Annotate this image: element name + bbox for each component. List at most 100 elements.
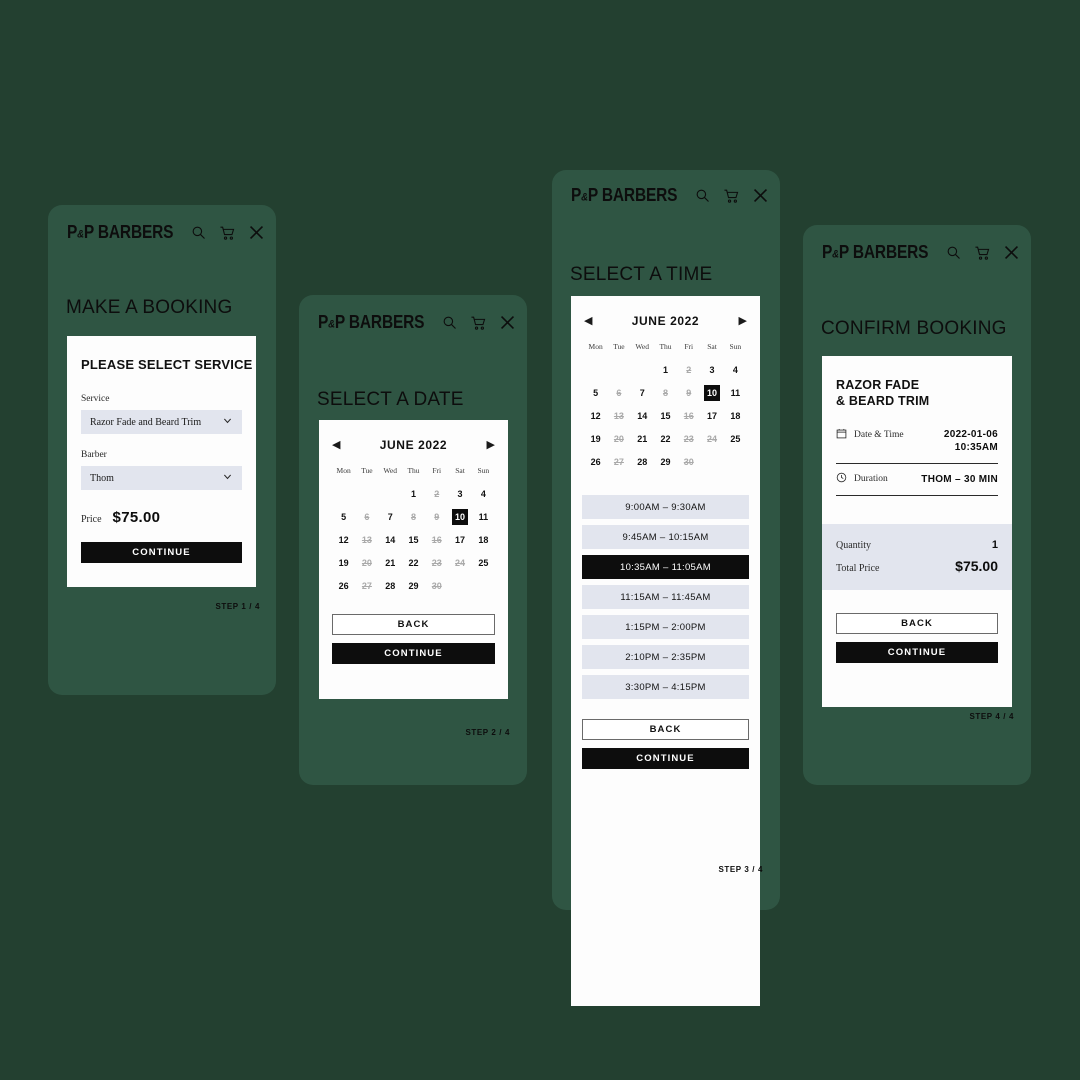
close-icon[interactable] [248, 224, 265, 241]
calendar-day[interactable]: 15 [654, 404, 677, 427]
cart-icon[interactable] [723, 188, 739, 204]
calendar-day[interactable]: 25 [724, 427, 747, 450]
cart-icon[interactable] [974, 245, 990, 261]
chevron-right-icon[interactable]: ▶ [487, 439, 495, 451]
calendar-day[interactable]: 3 [448, 482, 471, 505]
calendar-day[interactable]: 21 [379, 551, 402, 574]
time-slot[interactable]: 11:15AM – 11:45AM [582, 585, 749, 609]
continue-button[interactable]: CONTINUE [582, 748, 749, 769]
calendar-day-grid: 1 2 3 4 5 6 7 8 9 10 11 12 13 14 15 16 17 18 19 20 21 22 23 24 2… [332, 482, 495, 597]
calendar-day-number: 19 [590, 433, 601, 444]
calendar-day-number: 18 [478, 534, 489, 545]
time-slot[interactable]: 3:30PM – 4:15PM [582, 675, 749, 699]
calendar-day[interactable]: 5 [332, 505, 355, 528]
brand-logo-right: P BARBERS [838, 242, 929, 262]
service-title-line1: RAZOR FADE [836, 378, 920, 392]
calendar-day[interactable]: 28 [631, 450, 654, 473]
close-icon[interactable] [499, 314, 516, 331]
calendar-day[interactable]: 21 [631, 427, 654, 450]
calendar-day[interactable]: 19 [332, 551, 355, 574]
close-icon[interactable] [1003, 244, 1020, 261]
calendar-day: 24 [700, 427, 723, 450]
calendar-day[interactable]: 14 [379, 528, 402, 551]
calendar-day[interactable]: 10 [700, 381, 723, 404]
calendar-day: 30 [425, 574, 448, 597]
calendar-day[interactable]: 18 [724, 404, 747, 427]
detail-label: Date & Time [854, 430, 904, 440]
calendar-day[interactable]: 7 [631, 381, 654, 404]
continue-button[interactable]: CONTINUE [332, 643, 495, 664]
search-icon[interactable] [946, 245, 961, 260]
calendar-day[interactable]: 22 [402, 551, 425, 574]
chevron-left-icon[interactable]: ◀ [584, 315, 592, 327]
calendar-day[interactable]: 5 [584, 381, 607, 404]
calendar-day[interactable]: 1 [402, 482, 425, 505]
calendar-day[interactable]: 14 [631, 404, 654, 427]
calendar-day-number: 8 [662, 387, 668, 398]
calendar-day[interactable]: 7 [379, 505, 402, 528]
cart-icon[interactable] [219, 225, 235, 241]
calendar-day-number: 16 [683, 410, 694, 421]
brand-logo[interactable]: P&P BARBERS [571, 185, 677, 206]
time-slot[interactable]: 10:35AM – 11:05AM [582, 555, 749, 579]
calendar-day[interactable]: 29 [654, 450, 677, 473]
totals-value: 1 [991, 539, 998, 551]
calendar-weekday: Wed [635, 342, 649, 351]
calendar-day[interactable]: 11 [724, 381, 747, 404]
search-icon[interactable] [695, 188, 710, 203]
chevron-right-icon[interactable]: ▶ [739, 315, 747, 327]
calendar-day: 27 [607, 450, 630, 473]
calendar-day-number: 11 [730, 387, 741, 398]
brand-logo[interactable]: P&P BARBERS [318, 312, 424, 333]
chevron-left-icon[interactable]: ◀ [332, 439, 340, 451]
calendar-month-label: JUNE 2022 [379, 438, 448, 452]
time-slot[interactable]: 2:10PM – 2:35PM [582, 645, 749, 669]
calendar-day[interactable]: 3 [700, 358, 723, 381]
app-header: P&P BARBERS [299, 295, 527, 333]
calendar-day[interactable]: 17 [700, 404, 723, 427]
calendar-day[interactable]: 11 [472, 505, 495, 528]
calendar-day[interactable]: 10 [448, 505, 471, 528]
continue-button[interactable]: CONTINUE [836, 642, 998, 663]
calendar-day[interactable]: 29 [402, 574, 425, 597]
time-slot[interactable]: 1:15PM – 2:00PM [582, 615, 749, 639]
calendar-day: 23 [425, 551, 448, 574]
search-icon[interactable] [191, 225, 206, 240]
brand-logo[interactable]: P&P BARBERS [822, 242, 928, 263]
calendar-day[interactable]: 4 [472, 482, 495, 505]
calendar-day: 9 [425, 505, 448, 528]
calendar-day[interactable]: 22 [654, 427, 677, 450]
brand-logo[interactable]: P&P BARBERS [67, 222, 173, 243]
continue-button[interactable]: CONTINUE [81, 542, 242, 563]
calendar-day[interactable]: 28 [379, 574, 402, 597]
time-slot[interactable]: 9:00AM – 9:30AM [582, 495, 749, 519]
close-icon[interactable] [752, 187, 769, 204]
barber-select[interactable]: Thom [81, 466, 242, 490]
cart-icon[interactable] [470, 315, 486, 331]
calendar-day[interactable]: 4 [724, 358, 747, 381]
calendar-day[interactable]: 19 [584, 427, 607, 450]
calendar-day[interactable]: 25 [472, 551, 495, 574]
service-select[interactable]: Razor Fade and Beard Trim [81, 410, 242, 434]
phone-screen-step4: P&P BARBERS CONFIRM BOOKING RAZOR FADE &… [803, 225, 1031, 785]
time-slot[interactable]: 9:45AM – 10:15AM [582, 525, 749, 549]
back-button[interactable]: BACK [582, 719, 749, 740]
calendar-day-number: 29 [408, 580, 419, 591]
back-button[interactable]: BACK [332, 614, 495, 635]
calendar-day[interactable]: 15 [402, 528, 425, 551]
calendar-day-number: 5 [341, 511, 347, 522]
totals-block: Quantity 1 Total Price $75.00 [822, 524, 1012, 590]
calendar-day[interactable]: 18 [472, 528, 495, 551]
calendar-day[interactable]: 1 [654, 358, 677, 381]
calendar-day[interactable]: 17 [448, 528, 471, 551]
calendar-day: 2 [425, 482, 448, 505]
service-title-line2: & BEARD TRIM [836, 394, 930, 408]
calendar-weekday: Tue [613, 342, 625, 351]
calendar-day: 8 [402, 505, 425, 528]
search-icon[interactable] [442, 315, 457, 330]
calendar-day[interactable]: 26 [584, 450, 607, 473]
calendar-day[interactable]: 12 [332, 528, 355, 551]
calendar-day[interactable]: 26 [332, 574, 355, 597]
back-button[interactable]: BACK [836, 613, 998, 634]
calendar-day[interactable]: 12 [584, 404, 607, 427]
